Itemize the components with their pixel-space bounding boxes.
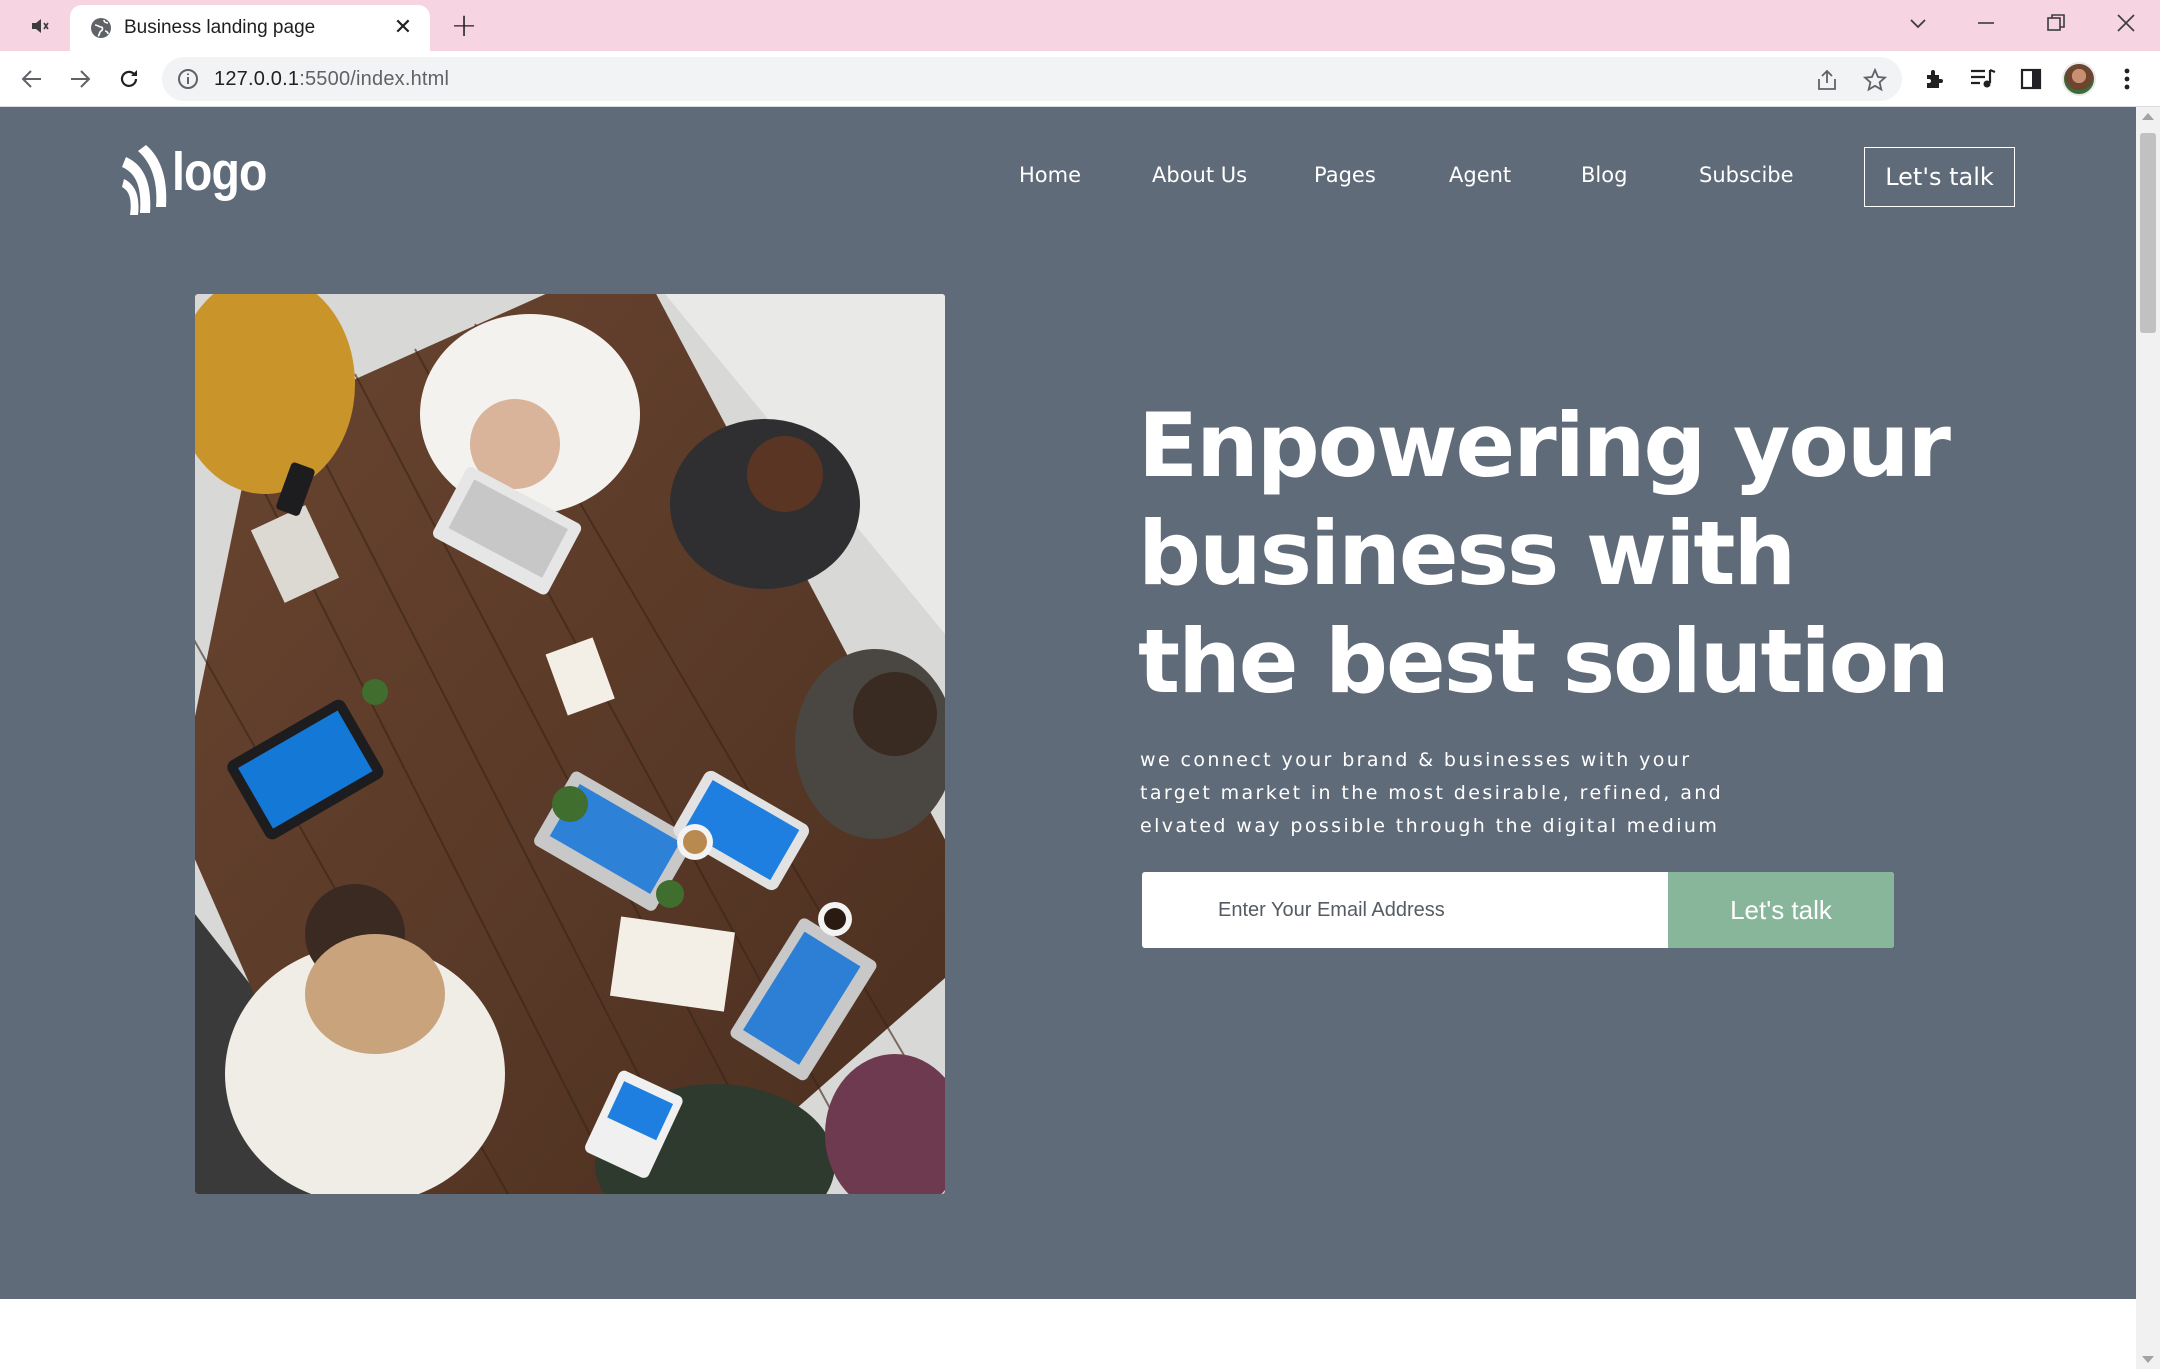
tab-close-icon[interactable]: ✕	[390, 14, 416, 40]
nav-agent[interactable]: Agent	[1449, 163, 1511, 187]
forward-arrow-icon[interactable]	[62, 61, 98, 97]
page-viewport: logo Home About Us Pages Agent Blog Subs…	[0, 107, 2136, 1369]
profile-avatar[interactable]	[2062, 62, 2096, 96]
scroll-down-arrow-icon[interactable]	[2142, 1356, 2154, 1363]
url-host: 127.0.0.1	[214, 68, 300, 90]
headline-line-1: Enpowering your	[1138, 394, 1951, 497]
reload-icon[interactable]	[111, 61, 147, 97]
more-menu-icon[interactable]	[2112, 64, 2142, 94]
scroll-up-arrow-icon[interactable]	[2142, 113, 2154, 120]
bookmark-star-icon[interactable]	[1862, 67, 1888, 93]
email-input[interactable]	[1142, 872, 1666, 948]
nav-lets-talk-button[interactable]: Let's talk	[1864, 147, 2015, 207]
email-subscribe-form: Let's talk	[1142, 872, 1894, 948]
nav-blog[interactable]: Blog	[1581, 163, 1627, 187]
media-queue-icon[interactable]	[1968, 64, 1998, 94]
subscribe-lets-talk-button[interactable]: Let's talk	[1668, 872, 1894, 948]
side-panel-icon[interactable]	[2016, 64, 2046, 94]
browser-tab-active[interactable]: Business landing page ✕	[70, 5, 430, 51]
address-bar[interactable]: 127.0.0.1:5500/index.html	[162, 57, 1902, 101]
nav-home[interactable]: Home	[1019, 163, 1081, 187]
team-meeting-illustration	[195, 294, 945, 1194]
main-nav: Home About Us Pages Agent Blog Subscibe	[0, 163, 2136, 203]
nav-subscribe[interactable]: Subscibe	[1699, 163, 1794, 187]
close-window-icon[interactable]	[2106, 8, 2146, 38]
subtitle-line-3: elvated way possible through the digital…	[1140, 815, 1720, 837]
browser-tabbar: Business landing page ✕ +	[0, 0, 2160, 51]
new-tab-button[interactable]: +	[448, 6, 480, 44]
nav-about-us[interactable]: About Us	[1152, 163, 1247, 187]
page-scrollbar[interactable]	[2136, 107, 2160, 1369]
extensions-puzzle-icon[interactable]	[1920, 64, 1950, 94]
restore-window-icon[interactable]	[2036, 8, 2076, 38]
back-arrow-icon[interactable]	[14, 61, 50, 97]
subtitle-line-1: we connect your brand & businesses with …	[1140, 749, 1692, 771]
minimize-window-icon[interactable]	[1966, 8, 2006, 38]
hero-subtitle: we connect your brand & businesses with …	[1140, 744, 1760, 843]
globe-icon	[91, 18, 111, 38]
hero-team-photo	[195, 294, 945, 1194]
headline-line-2: business with	[1138, 502, 1796, 605]
browser-toolbar: 127.0.0.1:5500/index.html	[0, 51, 2160, 107]
headline-line-3: the best solution	[1138, 610, 1950, 713]
tab-audio-muted-icon[interactable]	[26, 14, 54, 38]
subtitle-line-2: target market in the most desirable, ref…	[1140, 782, 1724, 804]
hero-section: logo Home About Us Pages Agent Blog Subs…	[0, 107, 2136, 1299]
hero-headline: Enpowering your business with the best s…	[1138, 392, 2038, 716]
scroll-thumb[interactable]	[2140, 133, 2156, 333]
tab-title: Business landing page	[124, 17, 316, 38]
url-path: :5500/index.html	[299, 68, 450, 90]
share-icon[interactable]	[1814, 67, 1840, 93]
site-info-icon[interactable]	[176, 67, 200, 91]
nav-pages[interactable]: Pages	[1314, 163, 1376, 187]
url-text: 127.0.0.1:5500/index.html	[214, 68, 449, 91]
tab-search-chevron-icon[interactable]	[1898, 8, 1938, 38]
